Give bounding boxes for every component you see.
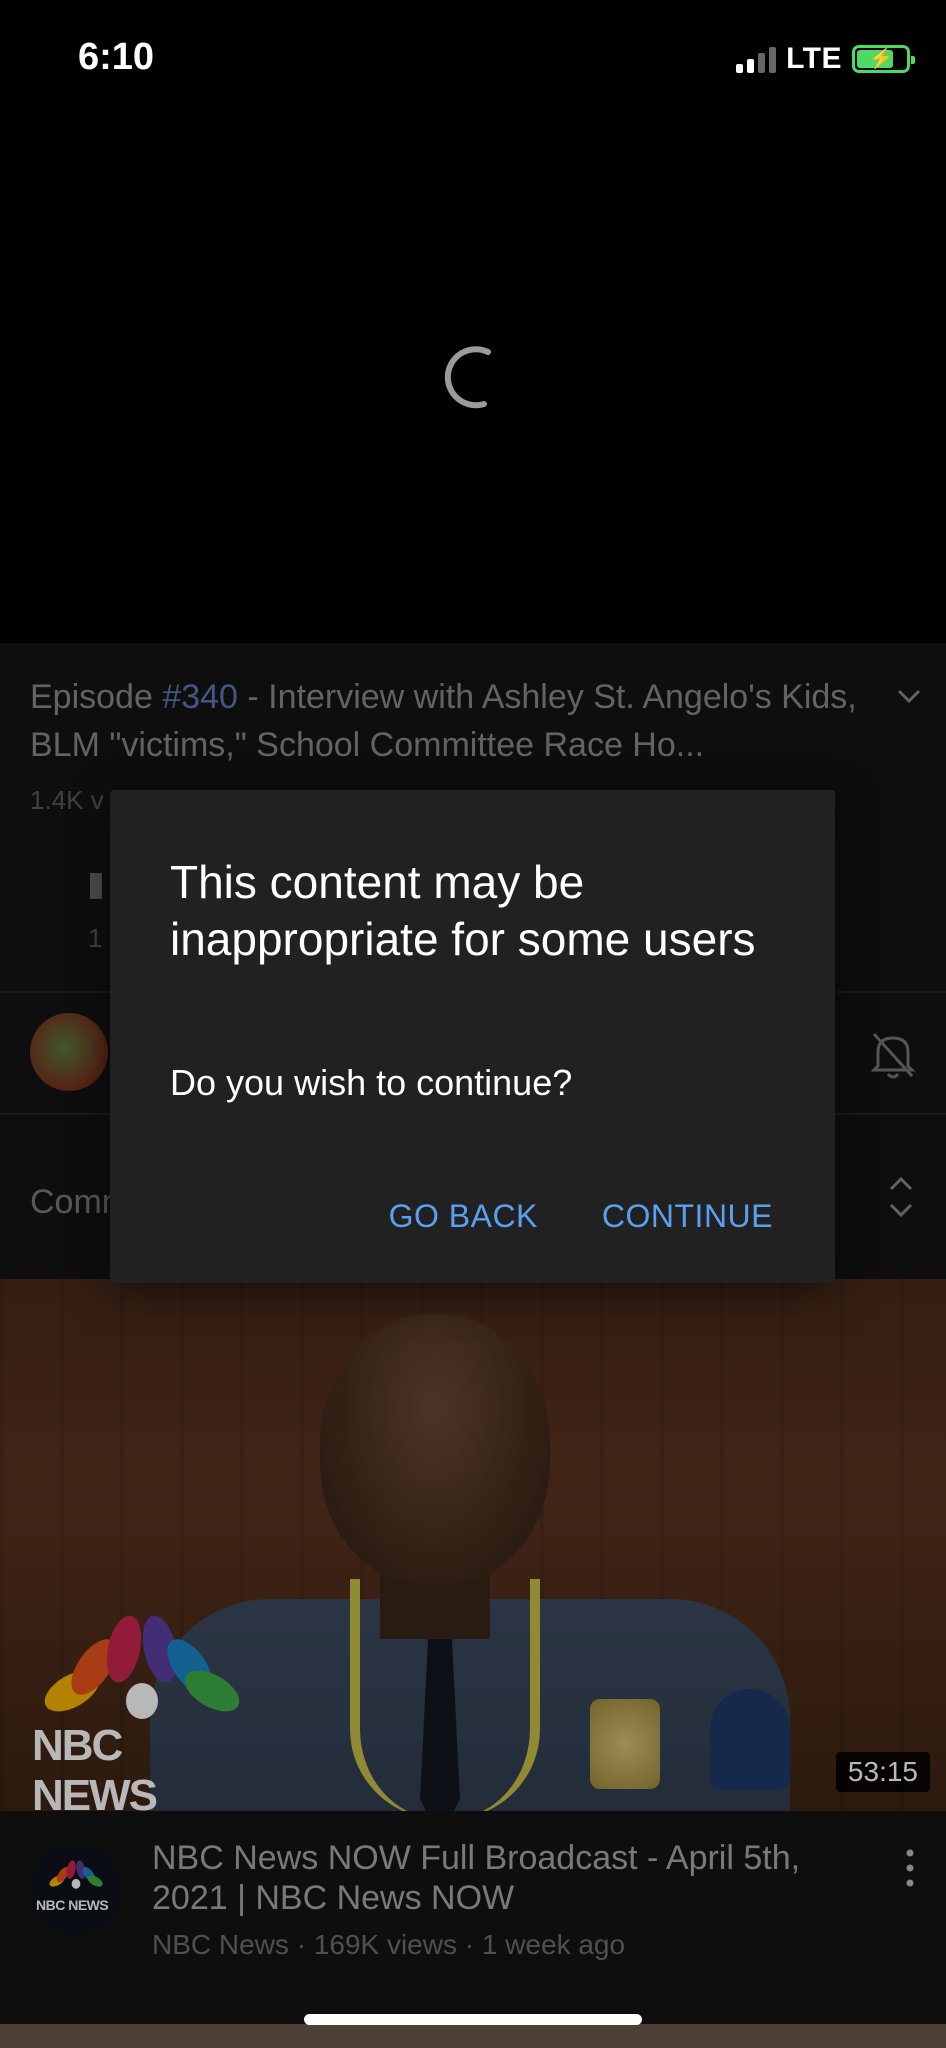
status-bar: 6:10 LTE ⚡ (0, 0, 946, 120)
video-player[interactable] (0, 120, 946, 643)
battery-charging-icon: ⚡ (852, 45, 915, 73)
signal-icon (736, 45, 777, 73)
status-indicators: LTE ⚡ (736, 42, 915, 76)
network-type: LTE (786, 42, 842, 75)
content-warning-dialog: This content may be inappropriate for so… (110, 790, 835, 1283)
go-back-button[interactable]: GO BACK (389, 1198, 538, 1235)
loading-spinner-icon (444, 346, 491, 409)
home-indicator[interactable] (304, 2014, 642, 2025)
continue-button[interactable]: CONTINUE (602, 1198, 773, 1235)
status-time: 6:10 (78, 36, 155, 78)
dialog-message: Do you wish to continue? (170, 1062, 573, 1103)
dialog-title: This content may be inappropriate for so… (170, 856, 756, 965)
dialog-actions: GO BACK CONTINUE (389, 1198, 773, 1235)
